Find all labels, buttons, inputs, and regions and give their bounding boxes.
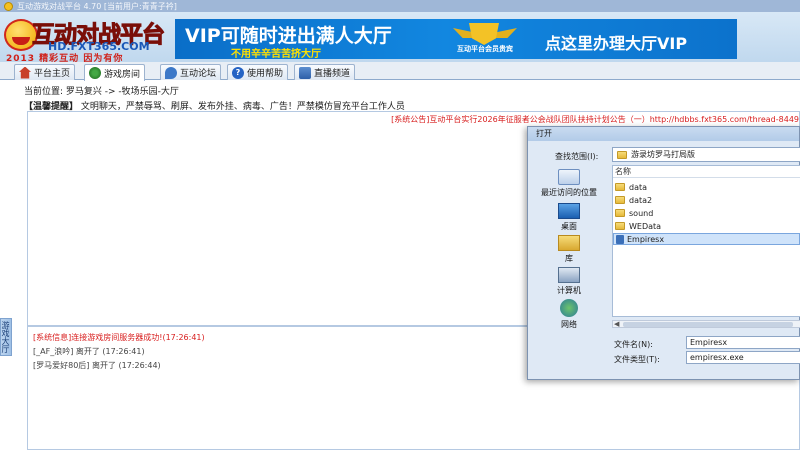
vip-ad-sub-text: 不用辛辛苦苦挤大厅 [231, 49, 321, 59]
tab-label: 游戏房间 [104, 69, 141, 80]
place-label: 桌面 [561, 222, 577, 231]
vip-ad-banner-left[interactable]: VIP可随时进出满人大厅 不用辛辛苦苦挤大厅 [175, 19, 445, 59]
look-in-value: 游录坊罗马打局版 [631, 150, 695, 159]
computer-icon [558, 267, 580, 283]
folder-icon [615, 209, 625, 217]
folder-icon [615, 196, 625, 204]
libraries-icon [558, 235, 580, 251]
tab-label: 平台主页 [34, 69, 71, 79]
place-label: 网络 [561, 320, 577, 329]
tab-label: 互动论坛 [180, 69, 217, 79]
dialog-title[interactable]: 打开 [528, 127, 799, 141]
place-computer[interactable]: 计算机 [531, 267, 607, 296]
recent-places-icon [558, 169, 580, 185]
file-name: sound [629, 208, 654, 218]
file-item[interactable]: data2 [615, 194, 652, 206]
look-in-dropdown[interactable]: 游录坊罗马打局版 [612, 147, 800, 162]
filename-label: 文件名(N): [614, 340, 653, 349]
place-desktop[interactable]: 桌面 [531, 203, 607, 232]
open-file-dialog: 打开 查找范围(I): 游录坊罗马打局版 最近访问的位置 桌面 库 计算机 网络… [527, 126, 800, 380]
platform-logo[interactable]: 互动对战平台 HD.FXT365.COM 2013 精彩互动 因为有你 [2, 13, 174, 64]
file-name: WEData [629, 221, 662, 231]
place-libraries[interactable]: 库 [531, 235, 607, 264]
vip-shield-icon [469, 23, 499, 45]
tab-platform-home[interactable]: 平台主页 [14, 64, 76, 80]
horizontal-scrollbar[interactable]: ◀ [612, 320, 800, 328]
executable-icon [616, 234, 624, 244]
file-name: data2 [629, 195, 653, 205]
home-icon [19, 66, 31, 79]
vip-signup-text: 点这里办理大厅VIP [545, 34, 688, 53]
look-in-label: 查找范围(I): [555, 152, 599, 161]
filename-input[interactable]: Empiresx [686, 336, 800, 349]
tab-bar: 平台主页 游戏房间 互动论坛 ? 使用帮助 直播频道 [0, 62, 800, 81]
file-name: Empiresx [627, 234, 665, 244]
app-icon [4, 1, 13, 11]
folder-icon [615, 183, 625, 191]
place-label: 计算机 [557, 286, 581, 295]
file-item-selected[interactable]: Empiresx [613, 233, 800, 245]
system-message: [系统信息]连接游戏房间服务器成功!(17:26:41) [33, 333, 205, 342]
desktop-icon [558, 203, 580, 219]
vip-badge-icon: 互动平台会员贵宾 [451, 22, 521, 56]
vip-ad-main-text: VIP可随时进出满人大厅 [185, 25, 392, 47]
places-bar: 最近访问的位置 桌面 库 计算机 网络 [531, 165, 607, 375]
forum-icon [165, 66, 177, 79]
tab-help[interactable]: ? 使用帮助 [227, 64, 289, 80]
live-channel-icon [299, 66, 311, 79]
chat-message: [罗马爱好80后] 离开了 (17:26:44) [33, 361, 161, 370]
file-item[interactable]: data [615, 181, 647, 193]
game-room-icon [89, 67, 101, 79]
breadcrumb: 当前位置: 罗马复兴 -> -牧场乐园-大厅 [24, 87, 179, 97]
folder-icon [617, 150, 627, 159]
file-item[interactable]: WEData [615, 220, 661, 232]
tab-label: 使用帮助 [247, 69, 284, 79]
column-header-name[interactable]: 名称 [613, 166, 800, 178]
tab-forum[interactable]: 互动论坛 [160, 64, 222, 80]
title-bar[interactable]: 互动游戏对战平台 4.70 [当前用户:青青子衿] [0, 0, 800, 12]
vip-badge-text: 互动平台会员贵宾 [457, 45, 513, 53]
scroll-left-icon[interactable]: ◀ [614, 321, 619, 328]
place-label: 最近访问的位置 [541, 188, 597, 197]
place-label: 库 [565, 254, 573, 263]
network-icon [560, 299, 578, 317]
place-recent[interactable]: 最近访问的位置 [531, 169, 607, 198]
tab-game-room[interactable]: 游戏房间 [84, 64, 146, 81]
system-announcement[interactable]: [系统公告]互动平台实行2026年征服者公会战队团队扶持计划公告（一）http:… [391, 114, 799, 125]
filetype-select[interactable]: empiresx.exe [686, 351, 800, 364]
help-icon: ? [232, 66, 244, 79]
file-name: data [629, 182, 648, 192]
file-list[interactable]: 名称 data data2 sound WEData Empiresx [612, 165, 800, 317]
folder-icon [615, 222, 625, 230]
file-item[interactable]: sound [615, 207, 653, 219]
filetype-label: 文件类型(T): [614, 355, 660, 364]
vip-ad-banner-right[interactable]: 互动平台会员贵宾 点这里办理大厅VIP [445, 19, 737, 59]
tab-label: 直播频道 [314, 69, 351, 79]
place-network[interactable]: 网络 [531, 299, 607, 330]
game-lobby-side-tab[interactable]: 游戏大厅 [0, 318, 12, 356]
banner: 互动对战平台 HD.FXT365.COM 2013 精彩互动 因为有你 VIP可… [0, 12, 800, 64]
chat-message: [_AF_浪吟] 离开了 (17:26:41) [33, 347, 145, 356]
app-window: 互动游戏对战平台 4.70 [当前用户:青青子衿] 互动对战平台 HD.FXT3… [0, 0, 800, 450]
window-title: 互动游戏对战平台 4.70 [当前用户:青青子衿] [17, 1, 177, 11]
tab-live-channel[interactable]: 直播频道 [294, 64, 356, 80]
scrollbar-thumb[interactable] [623, 322, 793, 327]
